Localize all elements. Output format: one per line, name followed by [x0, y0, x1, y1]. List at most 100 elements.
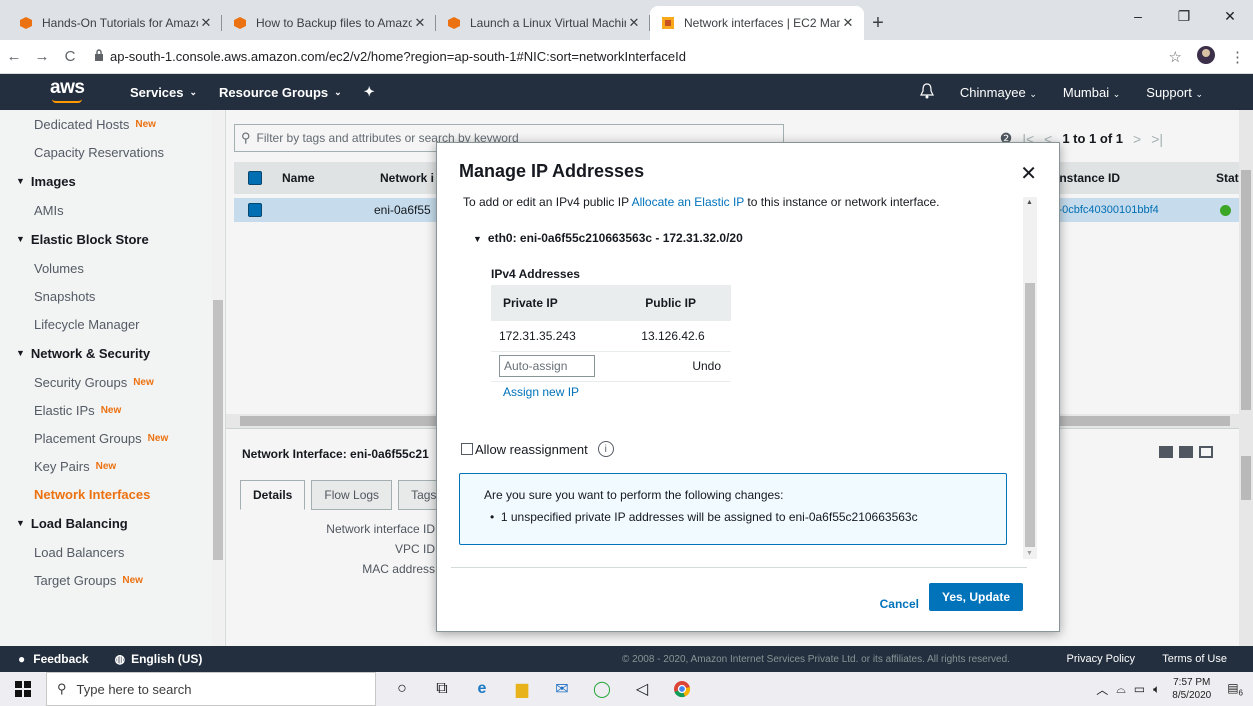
sidebar-item-load-balancers[interactable]: Load Balancers	[0, 538, 225, 566]
aws-logo[interactable]: aws	[50, 74, 130, 110]
minimize-icon[interactable]: –	[1115, 0, 1161, 32]
task-view-icon[interactable]: ⧉	[422, 672, 462, 706]
resource-groups-label: Resource Groups	[219, 84, 329, 100]
clock[interactable]: 7:57 PM 8/5/2020	[1172, 676, 1211, 702]
ec2-sidebar: Dedicated Hosts New Capacity Reservations ▼…	[0, 110, 226, 646]
sidebar-section-network-security[interactable]: ▼ Network & Security	[0, 338, 225, 368]
feedback-button[interactable]: ● Feedback	[18, 652, 89, 666]
sidebar-item-label: Key Pairs	[34, 458, 90, 474]
close-window-icon[interactable]: ✕	[1207, 0, 1253, 32]
aws-logo-text: aws	[50, 77, 85, 98]
caret-down-icon: ▼	[16, 518, 25, 528]
volume-icon[interactable]: 🔈︎	[1153, 682, 1160, 697]
eth0-section[interactable]: ▼ eth0: eni-0a6f55c210663563c - 172.31.32…	[473, 231, 743, 245]
edge-icon[interactable]: e	[462, 672, 502, 706]
sidebar-item-network-interfaces[interactable]: Network Interfaces	[0, 480, 225, 508]
sidebar-section-load-balancing[interactable]: ▼ Load Balancing	[0, 508, 225, 538]
cancel-button[interactable]: Cancel	[880, 597, 919, 611]
taskbar-search-input[interactable]: ⚲ Type here to search	[46, 672, 376, 706]
browser-tab[interactable]: Launch a Linux Virtual Machine w ✕	[436, 6, 650, 40]
region-menu[interactable]: Mumbai ⌄	[1063, 85, 1120, 100]
allocate-elastic-ip-link[interactable]: Allocate an Elastic IP	[632, 197, 745, 209]
sidebar-item-label: Network Interfaces	[34, 486, 151, 502]
sidebar-item-target-groups[interactable]: Target Groups New	[0, 566, 225, 594]
clock-time: 7:57 PM	[1173, 677, 1211, 688]
address-bar[interactable]: ap-south-1.console.aws.amazon.com/ec2/v2…	[90, 44, 1240, 70]
sidebar-item-key-pairs[interactable]: Key Pairs New	[0, 452, 225, 480]
browser-tab[interactable]: How to Backup files to Amazon S3 ✕	[222, 6, 436, 40]
sidebar-scrollbar[interactable]	[212, 110, 224, 646]
sidebar-item-amis[interactable]: AMIs	[0, 196, 225, 224]
intro-text: To add or edit an IPv4 public IP Allocat…	[463, 197, 940, 209]
terms-of-use-link[interactable]: Terms of Use	[1162, 653, 1227, 665]
file-explorer-icon[interactable]: ▆	[502, 672, 542, 706]
restore-icon[interactable]: ❐	[1161, 0, 1207, 32]
sidebar-item-dedicated-hosts[interactable]: Dedicated Hosts New	[0, 110, 225, 138]
visual-studio-icon[interactable]: ◁	[622, 672, 662, 706]
sidebar-item-volumes[interactable]: Volumes	[0, 254, 225, 282]
clock-date: 8/5/2020	[1172, 690, 1212, 701]
url-text: ap-south-1.console.aws.amazon.com/ec2/v2…	[110, 49, 686, 64]
dialog-scrollbar[interactable]: ▲ ▼	[1023, 197, 1037, 559]
sidebar-item-snapshots[interactable]: Snapshots	[0, 282, 225, 310]
sidebar-item-elastic-ips[interactable]: Elastic IPs New	[0, 396, 225, 424]
services-menu[interactable]: Services ⌄	[130, 85, 197, 100]
chevron-down-icon: ⌄	[1195, 88, 1203, 99]
tray-chevron-icon[interactable]: ︿	[1096, 681, 1108, 698]
assign-new-ip-link[interactable]: Assign new IP	[503, 385, 579, 399]
lock-icon	[94, 49, 104, 64]
back-arrow-icon[interactable]: ←	[0, 48, 28, 65]
dialog-body: To add or edit an IPv4 public IP Allocat…	[437, 197, 1061, 567]
auto-assign-input[interactable]	[499, 355, 595, 377]
bell-icon[interactable]	[919, 82, 934, 102]
column-public-ip: Public IP	[633, 285, 731, 321]
chrome-icon[interactable]	[662, 672, 702, 706]
sidebar-item-lifecycle-manager[interactable]: Lifecycle Manager	[0, 310, 225, 338]
network-icon[interactable]: ⌓	[1116, 682, 1126, 697]
account-menu[interactable]: Chinmayee ⌄	[960, 85, 1037, 100]
intro-prefix: To add or edit an IPv4 public IP	[463, 197, 629, 209]
browser-tab-active[interactable]: Network interfaces | EC2 Manage ✕	[650, 6, 864, 40]
pin-icon[interactable]: ✦	[364, 84, 375, 100]
copyright-text: © 2008 - 2020, Amazon Internet Services …	[622, 653, 1010, 665]
close-tab-icon[interactable]: ✕	[840, 15, 856, 31]
resource-groups-menu[interactable]: Resource Groups ⌄	[219, 85, 342, 100]
bookmark-star-icon[interactable]: ☆	[1169, 48, 1182, 66]
sidebar-item-label: Load Balancers	[34, 544, 125, 560]
caret-down-icon: ▼	[16, 176, 25, 186]
sidebar-section-elastic-block-store[interactable]: ▼ Elastic Block Store	[0, 224, 225, 254]
sidebar-item-placement-groups[interactable]: Placement Groups New	[0, 424, 225, 452]
sidebar-section-images[interactable]: ▼ Images	[0, 166, 225, 196]
language-label: English (US)	[131, 652, 203, 666]
browser-tab[interactable]: Hands-On Tutorials for Amazon W ✕	[8, 6, 222, 40]
new-tab-button[interactable]: +	[864, 6, 892, 40]
battery-icon[interactable]: ▭	[1134, 682, 1145, 696]
windows-start-icon[interactable]	[0, 681, 46, 697]
browser-menu-icon[interactable]: ⋮	[1230, 48, 1245, 66]
info-icon[interactable]: i	[597, 441, 614, 457]
profile-avatar[interactable]	[1196, 45, 1216, 68]
close-tab-icon[interactable]: ✕	[198, 15, 214, 31]
privacy-policy-link[interactable]: Privacy Policy	[1067, 653, 1135, 665]
cortana-icon[interactable]: ○	[382, 672, 422, 706]
sidebar-item-security-groups[interactable]: Security Groups New	[0, 368, 225, 396]
forward-arrow-icon[interactable]: →	[28, 48, 56, 65]
sidebar-item-capacity-reservations[interactable]: Capacity Reservations	[0, 138, 225, 166]
undo-link[interactable]: Undo	[633, 351, 731, 382]
notification-count: 6	[1238, 688, 1243, 698]
mail-icon[interactable]: ✉	[542, 672, 582, 706]
language-selector[interactable]: ◍ English (US)	[115, 652, 203, 666]
circle-app-icon[interactable]: ◯	[582, 672, 622, 706]
close-icon[interactable]: ✕	[1020, 161, 1037, 186]
chevron-down-icon: ⌄	[189, 86, 198, 97]
sidebar-item-label: Elastic Block Store	[30, 231, 149, 247]
sidebar-item-label: Lifecycle Manager	[34, 316, 140, 332]
reload-icon[interactable]: C	[56, 48, 84, 65]
yes-update-button[interactable]: Yes, Update	[929, 583, 1023, 611]
close-tab-icon[interactable]: ✕	[412, 15, 428, 31]
close-tab-icon[interactable]: ✕	[626, 15, 642, 31]
support-menu[interactable]: Support ⌄	[1146, 85, 1203, 100]
public-ip-value: 13.126.42.6	[633, 321, 731, 352]
notifications-icon[interactable]: ▤6	[1227, 681, 1243, 697]
allow-reassignment-checkbox[interactable]	[461, 443, 473, 455]
